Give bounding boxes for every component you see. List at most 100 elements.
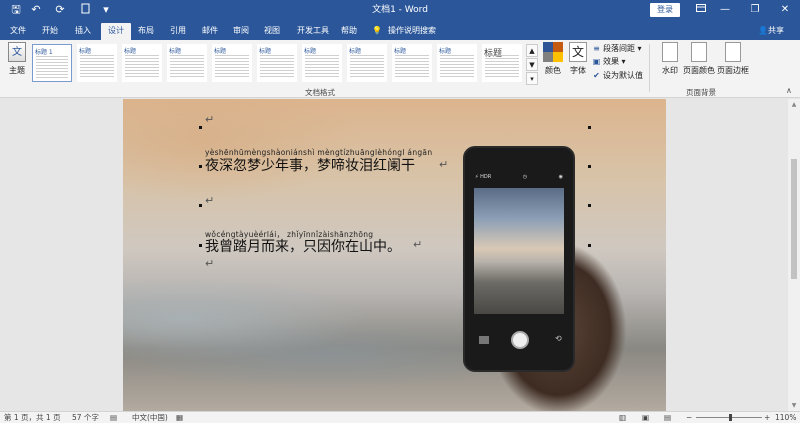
set-as-default-button[interactable]: ✔ 设为默认值 [592, 70, 643, 81]
proofing-icon[interactable]: ▤ [110, 413, 117, 423]
word-count[interactable]: 57 个字 [72, 413, 99, 423]
zoom-out-button[interactable]: − [686, 413, 692, 423]
scroll-down-icon[interactable]: ▼ [788, 402, 800, 409]
style-set-preview [260, 55, 294, 77]
tab-references[interactable]: 引用 [166, 23, 190, 40]
title-bar: 🖫 ↶ ⟳ ▾ 文档1 - Word 登录 — ❐ ✕ [0, 0, 800, 20]
login-button[interactable]: 登录 [650, 3, 680, 17]
colors-button[interactable]: 颜色 [541, 42, 565, 86]
selection-handle[interactable] [199, 244, 202, 247]
selection-handle[interactable] [588, 165, 591, 168]
lightbulb-icon: 💡 [372, 26, 382, 35]
style-set-item[interactable]: 标题 [122, 44, 162, 82]
effects-icon: ▣ [592, 57, 601, 66]
themes-icon: 文 [8, 42, 26, 62]
style-set-item[interactable]: 标题 [257, 44, 297, 82]
scroll-up-icon[interactable]: ▲ [788, 101, 800, 108]
fonts-icon: 文 [569, 42, 587, 62]
tab-developer[interactable]: 开发工具 [293, 23, 333, 40]
group-separator [649, 44, 650, 92]
language[interactable]: 中文(中国) [132, 413, 168, 423]
zoom-in-button[interactable]: + [764, 413, 770, 423]
paragraph-mark: ↵ [205, 113, 215, 126]
colors-label: 颜色 [545, 66, 561, 75]
style-set-item[interactable]: 标题 [392, 44, 432, 82]
tab-design[interactable]: 设计 [101, 23, 131, 40]
style-set-preview [125, 55, 159, 77]
style-set-preview [215, 55, 249, 77]
phone-image: ⚡ HDR ◷ ◉ ⟲ [463, 146, 575, 372]
watermark-icon [662, 42, 678, 62]
selection-handle[interactable] [199, 126, 202, 129]
collapse-ribbon-icon[interactable]: ∧ [786, 86, 792, 95]
group-label-document-format: 文档格式 [305, 88, 335, 97]
read-mode-icon[interactable]: ▥ [619, 413, 626, 423]
tab-review[interactable]: 审阅 [229, 23, 253, 40]
themes-label: 主题 [9, 66, 25, 75]
tab-layout[interactable]: 布局 [134, 23, 158, 40]
style-set-item[interactable]: 标题 [437, 44, 477, 82]
gallery-down-icon[interactable]: ▼ [526, 58, 538, 71]
document-page[interactable]: ↵ yèshēnhūmèngshàoniánshì mèngtízhuānglè… [123, 99, 666, 411]
zoom-level[interactable]: 110% [775, 413, 796, 423]
style-set-item[interactable]: 标题 [77, 44, 117, 82]
style-set-item[interactable]: 标题 [347, 44, 387, 82]
themes-button[interactable]: 文 主题 [4, 42, 30, 86]
phone-screen [474, 188, 564, 314]
tab-file[interactable]: 文件 [6, 23, 30, 40]
tell-me-search[interactable]: 💡 操作说明搜索 [372, 23, 436, 38]
tab-view[interactable]: 视图 [260, 23, 284, 40]
selection-handle[interactable] [588, 126, 591, 129]
style-set-item[interactable]: 标题 [167, 44, 207, 82]
restore-icon[interactable]: ❐ [740, 0, 770, 20]
gallery-more-icon[interactable]: ▾ [526, 72, 538, 85]
selection-handle[interactable] [588, 204, 591, 207]
style-set-item[interactable]: 标题 1 [32, 44, 72, 82]
page-color-button[interactable]: 页面颜色 [682, 42, 716, 86]
style-set-item[interactable]: 标题 [482, 44, 522, 82]
phone-camera-status: ⚡ HDR ◷ ◉ [475, 174, 563, 180]
page-count[interactable]: 第 1 页，共 1 页 [4, 413, 61, 423]
style-set-preview [485, 55, 519, 77]
status-bar: 第 1 页，共 1 页 57 个字 ▤ 中文(中国) ▦ ▥ ▣ ▤ − + 1… [0, 411, 800, 423]
print-layout-icon[interactable]: ▣ [642, 413, 649, 423]
paragraph-spacing-button[interactable]: ≡ 段落间距 ▾ [592, 43, 641, 54]
tab-home[interactable]: 开始 [38, 23, 62, 40]
web-layout-icon[interactable]: ▤ [664, 413, 671, 423]
checkmark-icon: ✔ [593, 71, 600, 80]
macro-record-icon[interactable]: ▦ [176, 413, 183, 423]
group-label-page-background: 页面背景 [686, 88, 716, 97]
style-set-preview [36, 56, 68, 78]
style-set-preview [80, 55, 114, 77]
minimize-icon[interactable]: — [710, 0, 740, 20]
paragraph-mark: ↵ [413, 238, 423, 251]
colors-icon [543, 42, 563, 62]
page-borders-button[interactable]: 页面边框 [716, 42, 750, 86]
gallery-scroll: ▲ ▼ ▾ [526, 44, 538, 86]
fonts-button[interactable]: 文 字体 [568, 42, 588, 86]
paragraph-spacing-icon: ≡ [593, 44, 600, 53]
page-color-label: 页面颜色 [683, 66, 715, 75]
style-set-preview [350, 55, 384, 77]
style-set-preview [305, 55, 339, 77]
selection-handle[interactable] [199, 165, 202, 168]
style-set-item[interactable]: 标题 [302, 44, 342, 82]
tab-insert[interactable]: 插入 [71, 23, 95, 40]
fonts-label: 字体 [570, 66, 586, 75]
share-button[interactable]: 👤共享 [758, 23, 784, 38]
watermark-button[interactable]: 水印 [655, 42, 685, 86]
color-swatch [543, 42, 553, 52]
gallery-up-icon[interactable]: ▲ [526, 44, 538, 57]
tab-mailings[interactable]: 邮件 [198, 23, 222, 40]
tab-help[interactable]: 帮助 [337, 23, 361, 40]
style-set-item[interactable]: 标题 [212, 44, 252, 82]
document-area: ↵ yèshēnhūmèngshàoniánshì mèngtízhuānglè… [0, 99, 788, 411]
zoom-slider-knob[interactable] [729, 414, 732, 421]
share-label: 共享 [767, 26, 784, 35]
scrollbar-thumb[interactable] [791, 159, 797, 279]
selection-handle[interactable] [199, 204, 202, 207]
effects-button[interactable]: ▣ 效果 ▾ [592, 56, 626, 67]
close-icon[interactable]: ✕ [770, 0, 800, 20]
style-set-preview [170, 55, 204, 77]
vertical-scrollbar[interactable]: ▲ ▼ [788, 99, 800, 411]
